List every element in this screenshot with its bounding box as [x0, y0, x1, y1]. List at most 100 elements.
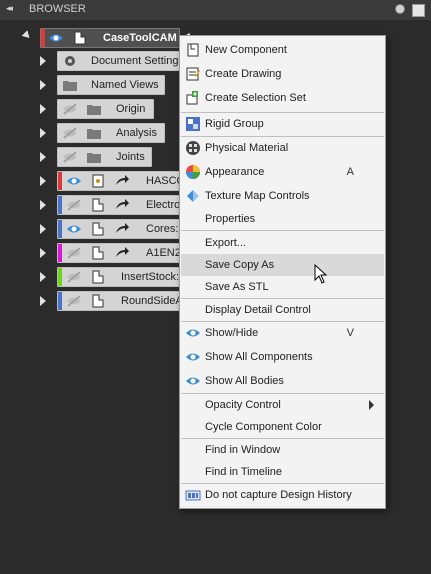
component-color-bar [58, 172, 62, 190]
menu-item-cycle-component-color[interactable]: Cycle Component Color [181, 416, 384, 438]
link-arrow-icon [114, 174, 130, 188]
expand-icon[interactable] [40, 272, 46, 282]
menu-item-label: New Component [205, 44, 287, 56]
menu-item-show-hide[interactable]: Show/Hide V [181, 322, 384, 344]
eye-icon [185, 325, 201, 341]
pin-icon[interactable] [395, 4, 405, 14]
menu-item-label: Create Selection Set [205, 92, 306, 104]
tree-item-joints[interactable]: Joints [57, 147, 152, 167]
eye-hidden-icon[interactable] [62, 150, 78, 164]
tree-item-document-settings[interactable]: Document Settings [57, 51, 184, 71]
menu-item-find-in-window[interactable]: Find in Window [181, 439, 384, 461]
tree-item-analysis[interactable]: Analysis [57, 123, 165, 143]
eye-hidden-icon[interactable] [62, 126, 78, 140]
menu-item-create-drawing[interactable]: Create Drawing [181, 63, 384, 85]
expand-root-icon[interactable] [21, 30, 33, 41]
eye-hidden-icon[interactable] [66, 198, 82, 212]
component-color-bar [58, 220, 62, 238]
menu-item-find-in-timeline[interactable]: Find in Timeline [181, 461, 384, 483]
menu-item-physical-material[interactable]: Physical Material [181, 137, 384, 159]
expand-icon[interactable] [40, 248, 46, 258]
menu-item-label: Rigid Group [205, 118, 264, 130]
expand-icon[interactable] [40, 296, 46, 306]
component-icon [90, 270, 106, 284]
tree-item-label: Named Views [91, 79, 159, 91]
eye-hidden-icon[interactable] [66, 270, 82, 284]
tree-item-label: Origin [116, 103, 146, 115]
tree-item-component[interactable]: A1EN2 [57, 243, 181, 263]
expand-icon[interactable] [40, 56, 46, 66]
menu-item-save-as-stl[interactable]: Save As STL [181, 276, 384, 298]
menu-item-rigid-group[interactable]: Rigid Group [181, 113, 384, 135]
menu-item-label: Cycle Component Color [205, 421, 322, 433]
eye-icon[interactable] [48, 31, 64, 45]
menu-item-label: Physical Material [205, 142, 289, 154]
folder-icon [86, 102, 102, 116]
selection-set-icon [185, 90, 201, 106]
menu-item-show-all-components[interactable]: Show All Components [181, 346, 384, 368]
tree-item-component[interactable]: RoundSideA [57, 291, 183, 311]
expand-icon[interactable] [40, 152, 46, 162]
component-color-bar [41, 29, 45, 47]
menu-item-create-selection-set[interactable]: Create Selection Set [181, 87, 384, 109]
mouse-cursor-icon [314, 264, 328, 284]
menu-item-appearance[interactable]: Appearance A [181, 161, 384, 183]
tree-item-component[interactable]: Cores: [57, 219, 180, 239]
link-arrow-icon [114, 198, 130, 212]
menu-item-opacity-control[interactable]: Opacity Control [181, 394, 384, 416]
menu-item-properties[interactable]: Properties [181, 208, 384, 230]
eye-hidden-icon[interactable] [62, 102, 78, 116]
tree-item-named-views[interactable]: Named Views [57, 75, 165, 95]
tree-item-label: InsertStock: [121, 271, 180, 283]
component-linked-icon [90, 174, 106, 188]
menu-item-label: Export... [205, 237, 246, 249]
eye-hidden-icon[interactable] [66, 246, 82, 260]
eye-icon[interactable] [66, 222, 82, 236]
context-menu: New Component Create Drawing Create Sele… [179, 35, 386, 509]
menu-item-label: Show All Components [205, 351, 313, 363]
expand-icon[interactable] [40, 128, 46, 138]
folder-icon [62, 78, 78, 92]
component-icon [90, 222, 106, 236]
eye-icon[interactable] [66, 174, 82, 188]
component-color-bar [58, 268, 62, 286]
expand-icon[interactable] [40, 80, 46, 90]
component-color-bar [58, 292, 62, 310]
menu-item-label: Texture Map Controls [205, 190, 310, 202]
menu-item-export[interactable]: Export... [181, 232, 384, 254]
expand-icon[interactable] [40, 104, 46, 114]
gear-icon [62, 54, 78, 68]
menu-item-label: Show/Hide [205, 327, 259, 339]
menu-item-show-all-bodies[interactable]: Show All Bodies [181, 370, 384, 392]
component-color-bar [58, 196, 62, 214]
menu-item-display-detail-control[interactable]: Display Detail Control [181, 299, 384, 321]
eye-icon [185, 349, 201, 365]
menu-item-label: Appearance [205, 166, 265, 178]
tree-item-component[interactable]: InsertStock: [57, 267, 180, 287]
expand-icon[interactable] [40, 176, 46, 186]
tree-item-label: Document Settings [91, 55, 184, 67]
menu-item-save-copy-as[interactable]: Save Copy As [181, 254, 384, 276]
browser-header: ◂◂ BROWSER [0, 0, 431, 20]
menu-item-do-not-capture-history[interactable]: Do not capture Design History [181, 484, 384, 506]
rigid-group-icon [185, 116, 201, 132]
eye-hidden-icon[interactable] [66, 294, 82, 308]
menu-item-label: Properties [205, 213, 256, 225]
menu-item-new-component[interactable]: New Component [181, 39, 384, 61]
panel-options-button[interactable] [412, 4, 425, 17]
menu-item-texture-map-controls[interactable]: Texture Map Controls [181, 185, 384, 207]
tree-root-node[interactable]: CaseToolCAM v1 [40, 28, 192, 48]
menu-separator [181, 230, 384, 231]
expand-icon[interactable] [40, 200, 46, 210]
component-icon [90, 246, 106, 260]
component-color-bar [58, 244, 62, 262]
appearance-icon [185, 164, 201, 180]
menu-item-label: Save Copy As [205, 259, 275, 271]
texture-map-icon [185, 188, 201, 204]
tree-item-component[interactable]: HASCO [57, 171, 185, 191]
tree-item-component[interactable]: Electro [57, 195, 180, 215]
menu-item-label: Save As STL [205, 281, 269, 293]
expand-icon[interactable] [40, 224, 46, 234]
collapse-panel-icon[interactable]: ◂◂ [6, 3, 13, 14]
tree-item-origin[interactable]: Origin [57, 99, 154, 119]
